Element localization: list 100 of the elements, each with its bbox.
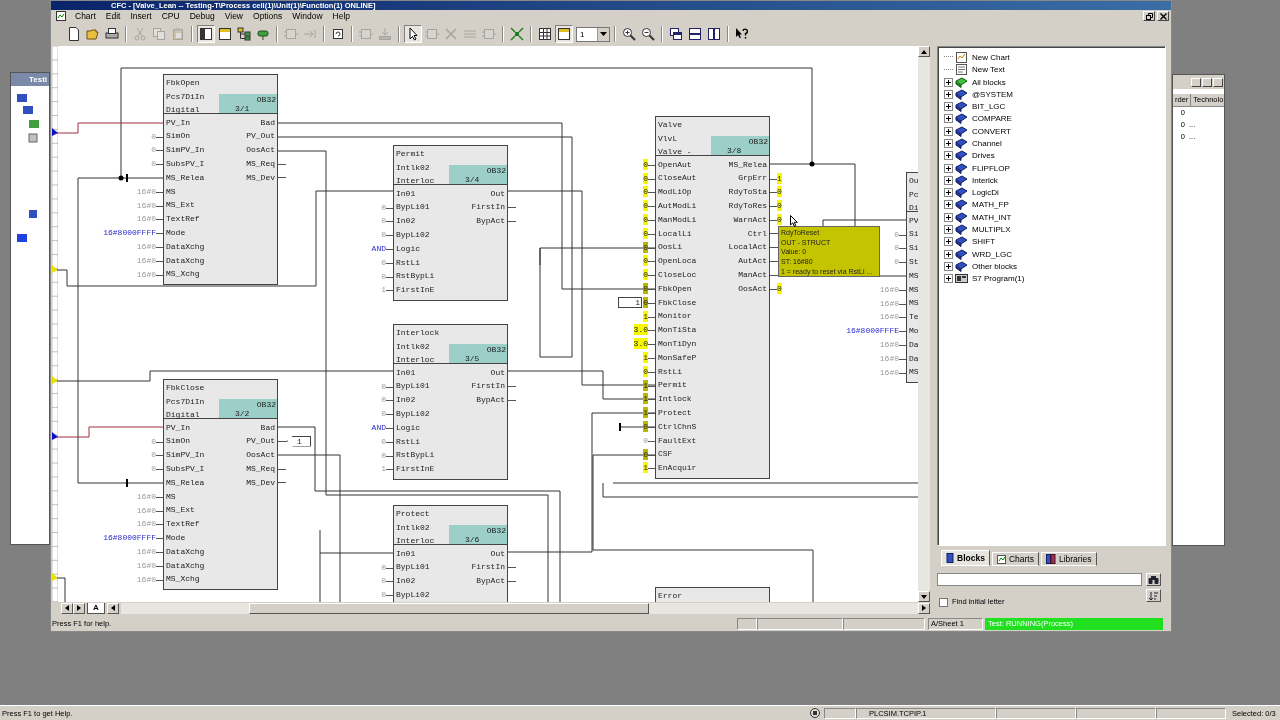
pin-label[interactable]: RdyToRes [728, 200, 769, 212]
expand-box-icon[interactable] [944, 200, 953, 210]
pin-value[interactable]: 0 [643, 241, 655, 253]
pin-label[interactable]: In02 [394, 394, 416, 406]
pin-value[interactable]: 0 [770, 186, 782, 198]
pin-label[interactable]: BypLi02 [394, 229, 430, 241]
toolbar-button[interactable] [555, 25, 573, 43]
pin-value[interactable]: 0 [643, 282, 655, 294]
restore-button[interactable] [1143, 11, 1155, 22]
toolbar-button[interactable] [536, 25, 554, 43]
pin-label[interactable]: MonTiSta [656, 324, 697, 336]
pin-value[interactable]: 0 [643, 255, 655, 267]
function-block[interactable]: FbkClose Pcs7DiIn Digital OB32 3/2 PV_In Bad SimOn PV_Out SimPV_In OosAct SubsPV_I MS_Req MS_Relea MS_Dev MS MS_Ext TextRef Mode DataXchg DataXchg MS_Xchg [163, 379, 278, 590]
toolbar-button[interactable] [216, 25, 234, 43]
scroll-left-button[interactable] [61, 602, 73, 614]
toolbar-button[interactable] [667, 25, 685, 43]
close-button[interactable] [1213, 77, 1223, 87]
expand-box-icon[interactable] [944, 139, 953, 148]
pin-label[interactable]: EnAcquir [656, 462, 697, 474]
scroll-right-button[interactable] [73, 602, 85, 614]
pin-label[interactable]: BypAct [476, 575, 507, 587]
pin-value[interactable]: 0 [643, 365, 655, 377]
pin-label[interactable]: FirstIn [471, 561, 507, 573]
pin-value[interactable]: 0 [643, 200, 655, 212]
pin-value[interactable]: 0 [643, 213, 655, 225]
toolbar-button[interactable] [686, 25, 704, 43]
pin-label[interactable]: MS [907, 269, 918, 281]
pin-label[interactable]: CtrlChnS [656, 420, 697, 432]
pin-label[interactable]: Da [907, 352, 918, 364]
pin-label[interactable]: MS_Xchg [164, 268, 200, 280]
menu-item[interactable]: Debug [184, 10, 220, 23]
expand-box-icon[interactable] [944, 249, 953, 259]
pin-value[interactable]: 0 [770, 213, 782, 225]
pin-label[interactable]: RstLi [394, 435, 420, 447]
pin-label[interactable]: MS_Relea [164, 476, 205, 488]
vertical-scrollbar[interactable] [918, 46, 930, 603]
scrollbar-thumb[interactable] [248, 602, 649, 614]
pin-label[interactable]: MS_Req [246, 463, 277, 475]
sort-button[interactable] [1146, 589, 1161, 603]
scroll-left-button[interactable] [106, 602, 119, 614]
pin-label[interactable]: BypLi01 [394, 201, 430, 213]
pin-label[interactable]: RdyToSta [728, 186, 769, 198]
pin-label[interactable]: SimOn [164, 435, 190, 447]
pin-value[interactable]: 0 [770, 200, 782, 212]
toolbar-button[interactable] [639, 25, 657, 43]
pin-label[interactable]: AutModLi [656, 200, 697, 212]
pin-label[interactable]: Logic [394, 242, 420, 254]
horizontal-scrollbar[interactable] [120, 602, 918, 614]
pin-label[interactable]: Te [907, 311, 918, 323]
pin-label[interactable]: MS_Relea [164, 171, 205, 183]
pin-label[interactable]: Si [907, 228, 918, 240]
pin-label[interactable]: BypLi01 [394, 380, 430, 392]
pin-label[interactable]: DataXchg [164, 254, 205, 266]
tree-item[interactable]: MATH_FP [970, 199, 1009, 211]
expand-box-icon[interactable] [944, 225, 953, 235]
pin-label[interactable]: Bad [260, 421, 277, 433]
toolbar-button[interactable] [235, 25, 253, 43]
pin-label[interactable]: MS_Dev [246, 476, 277, 488]
pin-label[interactable]: St [907, 256, 918, 268]
pin-label[interactable]: LocalLi [656, 227, 692, 239]
pin-label[interactable]: PV_In [164, 421, 190, 433]
pin-label[interactable]: SubsPV_I [164, 158, 205, 170]
menu-item[interactable]: Chart [70, 10, 101, 23]
toolbar-button[interactable] [705, 25, 723, 43]
pin-label[interactable]: ModLiOp [656, 186, 692, 198]
panel-tab[interactable]: Libraries [1040, 552, 1097, 567]
pin-label[interactable]: CloseLoc [656, 269, 697, 281]
pin-label[interactable]: Bad [260, 116, 277, 128]
expand-box-icon[interactable] [944, 102, 953, 112]
search-button[interactable] [1146, 573, 1161, 587]
pin-value[interactable]: 0 [643, 172, 655, 184]
pin-label[interactable]: OosLi [656, 241, 682, 253]
tree-item[interactable]: New Text [970, 64, 1005, 76]
pin-label[interactable]: Protect [656, 407, 692, 418]
pin-label[interactable]: MS_Relea [728, 158, 769, 170]
pin-value[interactable]: 0 [643, 158, 655, 170]
pin-label[interactable]: Mo [907, 325, 918, 337]
pin-value[interactable]: 0 [643, 420, 655, 432]
pin-label[interactable]: BypLi01 [394, 561, 430, 573]
pin-label[interactable]: MS [164, 490, 176, 502]
pin-value[interactable]: 1 [643, 351, 655, 363]
tree-item[interactable]: S7 Program(1) [970, 273, 1025, 285]
expand-box-icon[interactable] [944, 126, 953, 136]
pin-label[interactable]: MS [164, 185, 176, 197]
tree-item[interactable]: All blocks [970, 76, 1006, 88]
toolbar-button[interactable] [620, 25, 638, 43]
pin-label[interactable]: Permit [656, 379, 687, 391]
pin-label[interactable]: OpenLoca [656, 255, 697, 267]
pin-label[interactable]: TextRef [164, 213, 200, 225]
pin-label[interactable]: Mode [164, 227, 186, 239]
toolbar-button[interactable] [404, 25, 422, 43]
tree-item[interactable]: Channel [970, 138, 1002, 149]
function-block[interactable]: Interlock Intlk02 Interloc OB32 3/5 In01 Out BypLi01 FirstIn In02 BypAct BypLi02 Logic RstLi RstBypLi FirstInE [393, 324, 508, 480]
toolbar-button[interactable] [197, 25, 215, 43]
tree-item[interactable]: Drives [970, 150, 995, 162]
pin-label[interactable]: Mode [164, 532, 186, 544]
pin-label[interactable]: RstBypLi [394, 270, 435, 282]
pin-value[interactable]: 1 [643, 393, 655, 405]
pin-label[interactable]: OosAct [246, 449, 277, 461]
function-block[interactable]: Protect Intlk02 Interloc OB32 3/6 In01 Out BypLi01 FirstIn In02 BypAct BypLi02 [393, 505, 508, 603]
